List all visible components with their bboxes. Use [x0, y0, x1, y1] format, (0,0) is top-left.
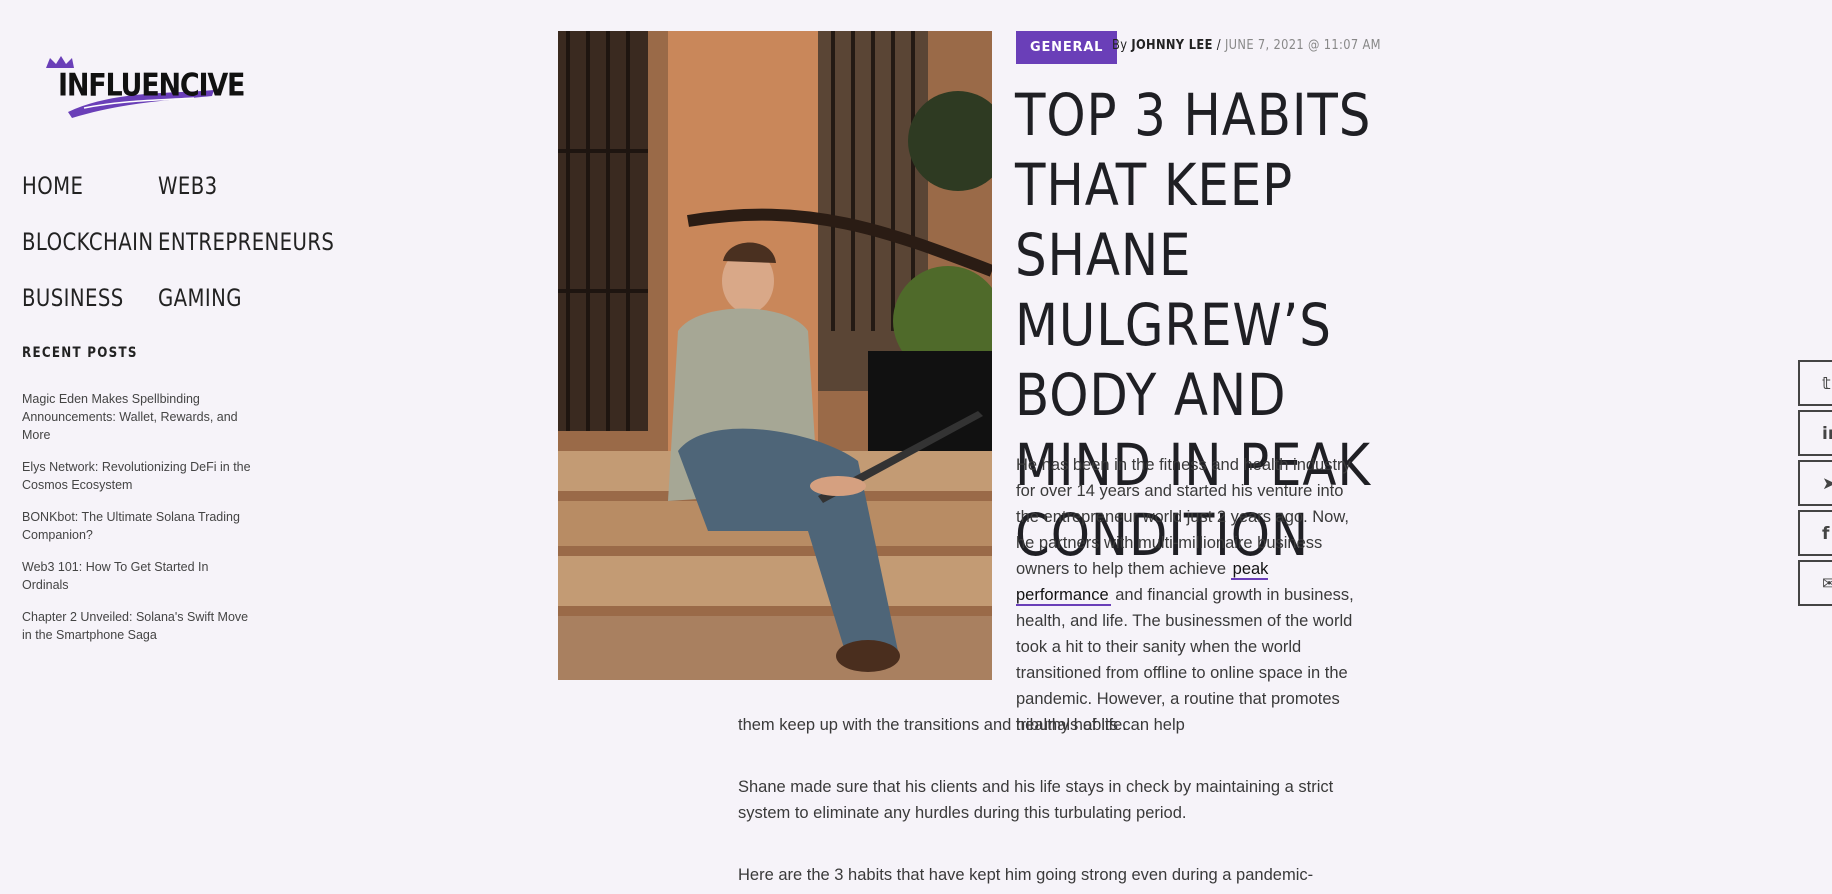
email-icon: ✉	[1822, 574, 1832, 594]
site-logo[interactable]: INFLUENCIVE	[44, 50, 245, 122]
email-share-button[interactable]: ✉	[1798, 560, 1832, 606]
telegram-icon: ➤	[1822, 474, 1832, 494]
list-item: Magic Eden Makes Spellbinding Announceme…	[22, 390, 252, 444]
linkedin-icon: in	[1822, 424, 1832, 444]
recent-post-link[interactable]: Magic Eden Makes Spellbinding Announceme…	[22, 390, 252, 444]
nav-entrepreneurs[interactable]: ENTREPRENEURS	[158, 228, 334, 256]
recent-post-link[interactable]: Chapter 2 Unveiled: Solana's Swift Move …	[22, 608, 252, 644]
recent-post-link[interactable]: BONKbot: The Ultimate Solana Trading Com…	[22, 508, 252, 544]
twitter-icon: 𝕥	[1822, 374, 1831, 394]
list-item: Elys Network: Revolutionizing DeFi in th…	[22, 458, 252, 494]
nav-web3[interactable]: WEB3	[158, 172, 218, 200]
nav-blockchain[interactable]: BLOCKCHAIN	[22, 228, 153, 256]
category-badge[interactable]: GENERAL	[1016, 31, 1118, 64]
recent-post-link[interactable]: Web3 101: How To Get Started In Ordinals	[22, 558, 252, 594]
byline-prefix: By	[1112, 38, 1128, 53]
nav-gaming[interactable]: GAMING	[158, 284, 242, 312]
featured-image	[558, 31, 992, 680]
share-bar: 𝕥 in ➤ f ✉	[1798, 360, 1832, 610]
byline-separator: /	[1216, 38, 1221, 53]
nav-business[interactable]: BUSINESS	[22, 284, 124, 312]
linkedin-share-button[interactable]: in	[1798, 410, 1832, 456]
nav-home[interactable]: HOME	[22, 172, 83, 200]
list-item: Chapter 2 Unveiled: Solana's Swift Move …	[22, 608, 252, 644]
twitter-share-button[interactable]: 𝕥	[1798, 360, 1832, 406]
article-paragraph: Here are the 3 habits that have kept him…	[738, 866, 1314, 884]
author-link[interactable]: JOHNNY LEE	[1131, 38, 1212, 53]
recent-posts-list: Magic Eden Makes Spellbinding Announceme…	[22, 390, 252, 658]
recent-post-link[interactable]: Elys Network: Revolutionizing DeFi in th…	[22, 458, 252, 494]
post-date: JUNE 7, 2021 @ 11:07 AM	[1224, 38, 1381, 53]
logo-text: INFLUENCIVE	[58, 68, 245, 104]
article-paragraph: Shane made sure that his clients and his…	[738, 778, 1334, 822]
article-paragraph: He has been in the fitness and health in…	[1016, 452, 1361, 738]
list-item: BONKbot: The Ultimate Solana Trading Com…	[22, 508, 252, 544]
byline: By JOHNNY LEE / JUNE 7, 2021 @ 11:07 AM	[1112, 38, 1381, 53]
facebook-share-button[interactable]: f	[1798, 510, 1832, 556]
article-paragraph-continued: them keep up with the transitions and tr…	[738, 716, 1127, 734]
list-item: Web3 101: How To Get Started In Ordinals	[22, 558, 252, 594]
facebook-icon: f	[1822, 524, 1830, 544]
telegram-share-button[interactable]: ➤	[1798, 460, 1832, 506]
paragraph-text: He has been in the fitness and health in…	[1016, 456, 1351, 578]
recent-posts-heading: RECENT POSTS	[22, 345, 138, 361]
